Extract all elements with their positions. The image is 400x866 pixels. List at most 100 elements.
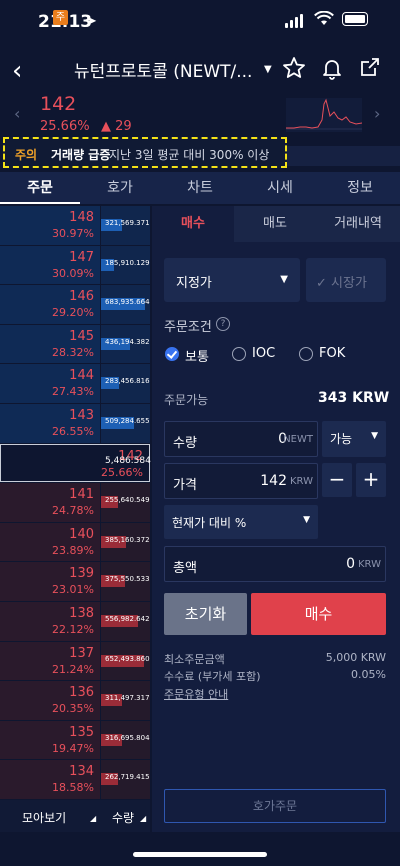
tab-sell[interactable]: 매도 xyxy=(234,206,316,242)
tab-history[interactable]: 거래내역 xyxy=(316,206,400,242)
condition-normal-radio[interactable] xyxy=(165,347,179,361)
bell-icon[interactable] xyxy=(320,56,344,80)
orderbook-row[interactable]: 144 27.43% 283,456.816 xyxy=(0,364,150,404)
price-cell[interactable]: 138 22.12% xyxy=(0,602,100,641)
quantity-ratio-select[interactable]: 가능 ▼ xyxy=(322,421,386,457)
price-cell[interactable]: 143 26.55% xyxy=(0,404,100,443)
orderbook-row[interactable]: 148 30.97% 321,569.371 xyxy=(0,206,150,246)
price-cell[interactable]: 145 28.32% xyxy=(0,324,100,364)
orderbook-row[interactable]: 140 23.89% 385,160.372 xyxy=(0,522,150,563)
condition-ioc-label[interactable]: IOC xyxy=(252,346,275,361)
total-input[interactable]: 총액 0 KRW xyxy=(164,546,386,582)
quantity-toggle-button[interactable]: 수량 xyxy=(112,809,134,826)
star-icon[interactable] xyxy=(282,56,306,80)
orderbook-row[interactable]: 145 28.32% 436,194.382 xyxy=(0,324,150,365)
mini-chart[interactable] xyxy=(286,98,362,132)
quote-order-button[interactable]: 호가주문 xyxy=(164,789,386,823)
orderbook-row[interactable]: 141 24.78% 255,640.549 xyxy=(0,483,150,523)
price-increase-button[interactable]: + xyxy=(356,463,386,497)
row-price: 138 xyxy=(69,606,94,621)
volume-cell[interactable]: 652,493.860 xyxy=(101,641,150,681)
price-cell[interactable]: 148 30.97% xyxy=(0,206,100,245)
price-cell[interactable]: 141 24.78% xyxy=(0,483,100,522)
orderbook-row[interactable]: 139 23.01% 375,550.533 xyxy=(0,562,150,602)
tab-info[interactable]: 정보 xyxy=(320,172,400,204)
price-cell[interactable]: 134 18.58% xyxy=(0,760,100,799)
market-order-toggle[interactable]: ✓ 시장가 xyxy=(306,258,386,302)
tab-order[interactable]: 주문 xyxy=(0,172,80,204)
orderbook-row[interactable]: 146 29.20% 683,935.664 xyxy=(0,285,150,325)
price-cell[interactable]: 146 29.20% xyxy=(0,285,100,324)
quantity-input[interactable]: 수량 0 NEWT xyxy=(164,421,318,457)
row-volume: 509,284.655 xyxy=(105,417,150,425)
orderbook-row[interactable]: 134 18.58% 262,719.415 xyxy=(0,760,150,800)
price-input[interactable]: 가격 142 KRW xyxy=(164,463,318,499)
group-view-button[interactable]: 모아보기 xyxy=(22,809,66,826)
order-type-guide-link[interactable]: 주문유형 안내 xyxy=(164,686,228,702)
condition-fok-radio[interactable] xyxy=(299,347,313,361)
row-price: 148 xyxy=(69,210,94,225)
orderbook-footer: 모아보기 ◢ 수량 ◢ xyxy=(0,800,150,832)
volume-cell[interactable]: 683,935.664 xyxy=(101,285,150,324)
price-cell[interactable]: 137 21.24% xyxy=(0,641,100,681)
buy-button[interactable]: 매수 xyxy=(251,593,386,635)
orderbook-row[interactable]: 143 26.55% 509,284.655 xyxy=(0,404,150,444)
condition-fok-label[interactable]: FOK xyxy=(319,346,345,361)
row-change-percent: 24.78% xyxy=(52,504,94,518)
price-cell[interactable]: 144 27.43% xyxy=(0,364,100,403)
condition-ioc-radio[interactable] xyxy=(232,347,246,361)
conditions-label: 주문조건 xyxy=(164,320,212,335)
orderbook-row[interactable]: 135 19.47% 316,695.804 xyxy=(0,720,150,761)
volume-cell[interactable]: 321,569.371 xyxy=(101,206,150,245)
price-cell[interactable]: 135 19.47% xyxy=(0,720,100,760)
orderbook-row[interactable]: 138 22.12% 556,982.642 xyxy=(0,602,150,642)
home-indicator[interactable] xyxy=(133,852,267,857)
volume-cell[interactable]: 262,719.415 xyxy=(101,760,150,799)
volume-cell[interactable]: 5,486.584 xyxy=(101,444,151,483)
volume-cell[interactable]: 283,456.816 xyxy=(101,364,150,403)
orderbook-row[interactable]: 136 20.35% 311,497.317 xyxy=(0,681,150,721)
wifi-icon xyxy=(314,11,334,25)
price-percent-select[interactable]: 현재가 대비 % ▼ xyxy=(164,505,318,539)
volume-cell[interactable]: 556,982.642 xyxy=(101,602,150,641)
tab-buy[interactable]: 매수 xyxy=(152,206,234,242)
volume-cell[interactable]: 509,284.655 xyxy=(101,404,150,443)
volume-cell[interactable]: 375,550.533 xyxy=(101,562,150,601)
orderbook-row[interactable]: 137 21.24% 652,493.860 xyxy=(0,641,150,682)
volume-cell[interactable]: 316,695.804 xyxy=(101,720,150,760)
order-type-select[interactable]: 지정가 ▼ xyxy=(164,258,300,302)
price-cell[interactable]: 147 30.09% xyxy=(0,245,100,285)
back-arrow-icon[interactable]: ‹ xyxy=(12,56,22,86)
price-cell[interactable]: 139 23.01% xyxy=(0,562,100,601)
condition-normal-label[interactable]: 보통 xyxy=(185,346,209,365)
row-price: 136 xyxy=(69,685,94,701)
volume-cell[interactable]: 385,160.372 xyxy=(101,522,150,562)
tab-chart[interactable]: 차트 xyxy=(160,172,240,204)
price-decrease-button[interactable]: − xyxy=(322,463,352,497)
orderbook-row[interactable]: 147 30.09% 185,910.129 xyxy=(0,245,150,286)
chevron-down-icon[interactable]: ▼ xyxy=(264,64,272,75)
prev-coin-icon[interactable]: ‹ xyxy=(14,104,20,123)
next-coin-icon[interactable]: › xyxy=(374,104,380,123)
market-label-text: 시장가 xyxy=(331,276,367,291)
volume-cell[interactable]: 185,910.129 xyxy=(101,245,150,285)
price-cell[interactable]: 136 20.35% xyxy=(0,681,100,720)
volume-cell[interactable]: 311,497.317 xyxy=(101,681,150,720)
chevron-down-icon: ▼ xyxy=(280,274,288,285)
tab-orderbook[interactable]: 호가 xyxy=(80,172,160,204)
share-icon[interactable] xyxy=(358,55,382,79)
help-icon[interactable]: ? xyxy=(216,317,230,331)
volume-cell[interactable]: 255,640.549 xyxy=(101,483,150,522)
orderbook-row[interactable]: 142 25.66% 5,486.584 xyxy=(0,443,151,484)
coin-title[interactable]: 뉴턴프로토콜 (NEWT/... xyxy=(74,57,252,82)
volume-cell[interactable]: 436,194.382 xyxy=(101,324,150,364)
current-price: 142 xyxy=(40,93,77,115)
price-cell[interactable]: 140 23.89% xyxy=(0,522,100,562)
reset-button[interactable]: 초기화 xyxy=(164,593,247,635)
coin-badge: 주 xyxy=(53,10,68,25)
total-label: 총액 xyxy=(173,561,197,576)
available-value: 343 KRW xyxy=(318,390,390,406)
tab-market[interactable]: 시세 xyxy=(240,172,320,204)
orderbook: 148 30.97% 321,569.371 147 30.09% 185,910.129… xyxy=(0,206,151,800)
volume-warning-banner[interactable]: 주의 거래량 급증 지난 3일 평균 대비 300% 이상 xyxy=(3,137,287,168)
